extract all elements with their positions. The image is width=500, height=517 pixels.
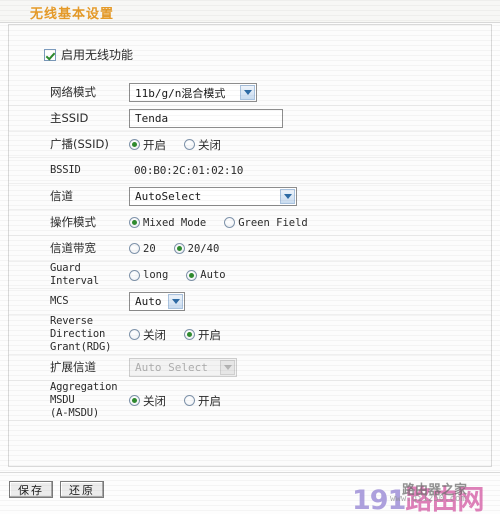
radio-off-icon[interactable] [224, 217, 236, 228]
chevron-down-icon[interactable] [280, 189, 295, 204]
row-extension-channel: 扩展信道 Auto Select [9, 355, 491, 381]
label-channel-bandwidth: 信道带宽 [50, 241, 96, 255]
radio-on-icon[interactable] [129, 217, 140, 228]
label-mcs: MCS [50, 295, 69, 307]
channel-bandwidth-20[interactable]: 20 [129, 243, 156, 255]
label-main-ssid: 主SSID [50, 111, 89, 125]
page-root: 无线基本设置 启用无线功能 网络模式 11b/g/n混合模式 主SSID Ten… [0, 0, 500, 516]
channel-select[interactable]: AutoSelect [129, 187, 297, 206]
broadcast-ssid-on-label: 开启 [143, 137, 166, 152]
operation-mode-greenfield[interactable]: Green Field [224, 217, 308, 229]
radio-on-icon[interactable] [129, 395, 140, 406]
watermark-overlay-sub: www.qi1250.com [390, 494, 466, 504]
amsdu-off[interactable]: 关闭 [129, 393, 166, 409]
page-title: 无线基本设置 [30, 7, 115, 22]
label-extension-channel: 扩展信道 [50, 360, 96, 374]
channel-bandwidth-2040[interactable]: 20/40 [173, 242, 220, 255]
row-bssid: BSSID 00:B0:2C:01:02:10 [9, 158, 491, 184]
broadcast-ssid-on[interactable]: 开启 [129, 137, 166, 153]
row-channel: 信道 AutoSelect [9, 184, 491, 210]
guard-interval-long[interactable]: long [129, 269, 168, 281]
row-guard-interval: Guard Interval long Auto [9, 262, 491, 289]
guard-interval-auto-label: Auto [200, 269, 226, 281]
settings-rows: 网络模式 11b/g/n混合模式 主SSID Tenda 广播(SSID) 开启… [9, 80, 491, 421]
network-mode-value: 11b/g/n混合模式 [135, 86, 226, 100]
label-broadcast-ssid: 广播(SSID) [50, 137, 109, 151]
radio-off-icon[interactable] [184, 395, 195, 406]
label-channel: 信道 [50, 189, 73, 203]
guard-interval-auto[interactable]: Auto [186, 269, 226, 281]
mcs-select[interactable]: Auto [129, 292, 185, 311]
guard-interval-long-label: long [143, 269, 169, 281]
row-operation-mode: 操作模式 Mixed Mode Green Field [9, 210, 491, 236]
broadcast-ssid-off-label: 关闭 [198, 137, 221, 152]
radio-on-icon[interactable] [173, 243, 185, 254]
operation-mode-mixed[interactable]: Mixed Mode [129, 217, 206, 229]
rdg-on-label: 开启 [198, 327, 221, 342]
row-main-ssid: 主SSID Tenda [9, 106, 491, 132]
amsdu-off-label: 关闭 [143, 393, 166, 408]
radio-on-icon[interactable] [184, 329, 195, 340]
page-header: 无线基本设置 [0, 0, 500, 23]
amsdu-on[interactable]: 开启 [184, 393, 221, 409]
operation-mode-mixed-label: Mixed Mode [143, 216, 207, 229]
amsdu-on-label: 开启 [198, 393, 221, 408]
label-rdg: Reverse Direction Grant(RDG) [50, 315, 112, 353]
extension-channel-select: Auto Select [129, 358, 237, 377]
channel-bandwidth-radio-group: 20 20/40 [129, 243, 237, 255]
bssid-value: 00:B0:2C:01:02:10 [134, 164, 244, 177]
broadcast-ssid-radio-group: 开启 关闭 [129, 137, 239, 153]
enable-wireless-row[interactable]: 启用无线功能 [44, 46, 133, 63]
network-mode-select[interactable]: 11b/g/n混合模式 [129, 83, 257, 102]
amsdu-radio-group: 关闭 开启 [129, 393, 239, 409]
guard-interval-radio-group: long Auto [129, 269, 244, 281]
operation-mode-radio-group: Mixed Mode Green Field [129, 217, 326, 229]
rdg-radio-group: 关闭 开启 [129, 327, 239, 343]
enable-wireless-label: 启用无线功能 [61, 48, 134, 62]
row-broadcast-ssid: 广播(SSID) 开启 关闭 [9, 132, 491, 158]
save-button[interactable]: 保存 [9, 481, 53, 498]
rdg-off[interactable]: 关闭 [129, 327, 166, 343]
main-ssid-input[interactable]: Tenda [129, 109, 283, 128]
label-network-mode: 网络模式 [50, 85, 96, 99]
reset-button[interactable]: 还原 [60, 481, 104, 498]
radio-off-icon[interactable] [129, 269, 140, 281]
rdg-on[interactable]: 开启 [184, 327, 221, 343]
enable-wireless-checkbox[interactable] [44, 48, 56, 61]
channel-bandwidth-20-label: 20 [143, 242, 156, 255]
radio-on-icon[interactable] [129, 139, 140, 150]
broadcast-ssid-off[interactable]: 关闭 [184, 137, 221, 153]
channel-bandwidth-2040-label: 20/40 [187, 242, 220, 255]
radio-off-icon[interactable] [184, 139, 195, 150]
channel-value: AutoSelect [135, 190, 202, 203]
chevron-down-icon[interactable] [240, 85, 255, 100]
radio-on-icon[interactable] [186, 269, 198, 281]
label-bssid: BSSID [50, 164, 81, 176]
label-amsdu: Aggregation MSDU (A-MSDU) [50, 381, 118, 419]
mcs-value: Auto [135, 295, 162, 308]
row-mcs: MCS Auto [9, 289, 491, 315]
row-channel-bandwidth: 信道带宽 20 20/40 [9, 236, 491, 262]
label-guard-interval: Guard Interval [50, 262, 99, 287]
chevron-down-icon [220, 360, 235, 375]
radio-off-icon[interactable] [129, 329, 140, 340]
label-operation-mode: 操作模式 [50, 215, 96, 229]
rdg-off-label: 关闭 [143, 327, 166, 342]
operation-mode-greenfield-label: Green Field [238, 216, 308, 229]
row-amsdu: Aggregation MSDU (A-MSDU) 关闭 开启 [9, 381, 491, 421]
row-network-mode: 网络模式 11b/g/n混合模式 [9, 80, 491, 106]
row-rdg: Reverse Direction Grant(RDG) 关闭 开启 [9, 315, 491, 355]
radio-off-icon[interactable] [129, 243, 140, 254]
chevron-down-icon[interactable] [168, 294, 183, 309]
extension-channel-value: Auto Select [135, 361, 208, 374]
